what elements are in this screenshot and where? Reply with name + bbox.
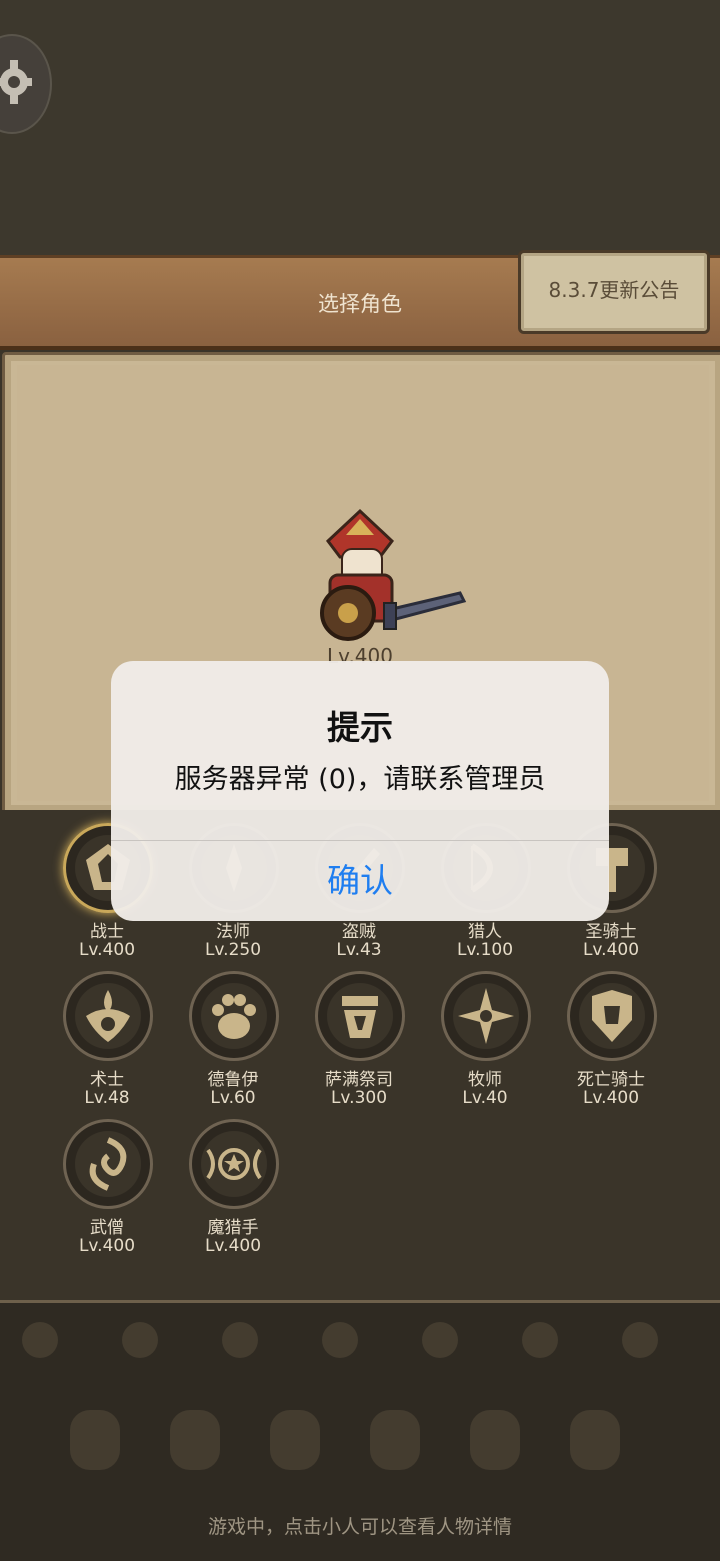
class-level: Lv.60 xyxy=(210,1088,256,1108)
class-level: Lv.100 xyxy=(456,940,514,960)
class-level: Lv.400 xyxy=(582,1088,640,1108)
class-name: 死亡骑士 xyxy=(577,1070,645,1090)
class-level: Lv.400 xyxy=(78,1236,136,1256)
class-level: Lv.40 xyxy=(462,1088,508,1108)
class-icon-frame xyxy=(441,971,531,1061)
class-name: 萨满祭司 xyxy=(325,1070,393,1090)
class-icon-frame xyxy=(189,971,279,1061)
class-priest[interactable]: 牧师 Lv.40 xyxy=(420,971,550,1121)
class-shaman[interactable]: 萨满祭司 Lv.300 xyxy=(294,971,424,1121)
class-icon-frame xyxy=(189,1119,279,1209)
death-knight-icon xyxy=(592,990,632,1042)
class-icon-frame xyxy=(567,971,657,1061)
character-sprite[interactable] xyxy=(300,505,470,655)
update-notice-label: 8.3.7更新公告 xyxy=(548,278,680,302)
decorative-pattern xyxy=(22,1322,658,1470)
class-demon-hunter[interactable]: 魔猎手 Lv.400 xyxy=(168,1119,298,1269)
update-notice-button[interactable]: 8.3.7更新公告 xyxy=(518,250,710,334)
class-level: Lv.250 xyxy=(204,940,262,960)
demon-hunter-icon xyxy=(206,1148,262,1180)
class-icon-frame xyxy=(315,971,405,1061)
class-level: Lv.300 xyxy=(330,1088,388,1108)
paw-icon xyxy=(212,994,256,1039)
class-monk[interactable]: 武僧 Lv.400 xyxy=(42,1119,172,1269)
class-level: Lv.48 xyxy=(84,1088,130,1108)
class-level: Lv.400 xyxy=(204,1236,262,1256)
class-death-knight[interactable]: 死亡骑士 Lv.400 xyxy=(546,971,676,1121)
footer-tip: 游戏中，点击小人可以查看人物详情 xyxy=(207,1516,512,1538)
class-name: 术士 xyxy=(90,1070,124,1090)
shuriken-icon xyxy=(458,988,514,1044)
totem-icon xyxy=(342,996,378,1038)
warlock-icon xyxy=(86,990,130,1042)
class-level: Lv.400 xyxy=(582,940,640,960)
class-icon-frame xyxy=(63,971,153,1061)
confirm-button[interactable]: 确认 xyxy=(111,841,609,921)
class-name: 牧师 xyxy=(468,1070,502,1090)
class-warlock[interactable]: 术士 Lv.48 xyxy=(42,971,172,1121)
dialog-title: 提示 xyxy=(327,708,393,747)
alert-dialog: 提示 服务器异常 (0)，请联系管理员 确认 xyxy=(111,661,609,921)
gear-icon xyxy=(0,60,32,104)
class-name: 魔猎手 xyxy=(207,1218,259,1238)
dialog-message: 服务器异常 (0)，请联系管理员 xyxy=(174,764,546,795)
class-level: Lv.400 xyxy=(78,940,136,960)
class-name: 德鲁伊 xyxy=(207,1070,259,1090)
monk-icon xyxy=(89,1137,127,1191)
class-icon-frame xyxy=(63,1119,153,1209)
class-druid[interactable]: 德鲁伊 Lv.60 xyxy=(168,971,298,1121)
class-level: Lv.43 xyxy=(336,940,382,960)
class-name: 武僧 xyxy=(90,1218,124,1238)
top-area xyxy=(0,0,720,255)
